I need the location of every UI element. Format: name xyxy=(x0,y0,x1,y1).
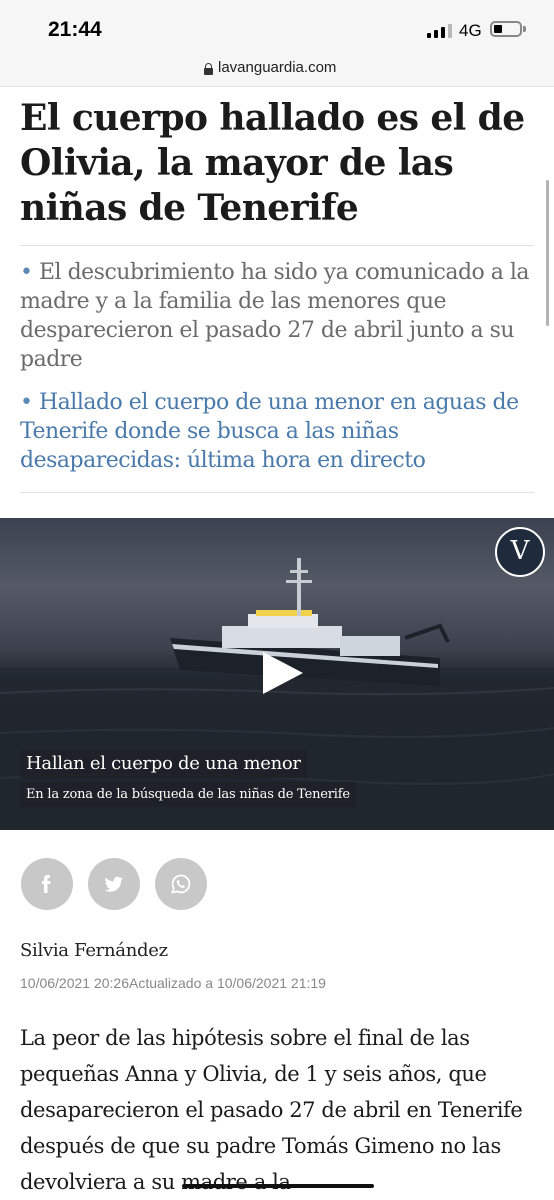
facebook-icon xyxy=(42,875,51,893)
share-twitter-button[interactable] xyxy=(88,858,140,910)
related-link-bullet[interactable]: • Hallado el cuerpo de una menor en agua… xyxy=(20,388,535,475)
article-body: La peor de las hipótesis sobre el final … xyxy=(20,1026,523,1194)
summary-bullet: • El descubrimiento ha sido ya comunicad… xyxy=(20,258,535,374)
summary-text: El descubrimiento ha sido ya comunicado … xyxy=(20,260,530,372)
share-whatsapp-button[interactable] xyxy=(155,858,207,910)
related-article-link[interactable]: Hallado el cuerpo de una menor en aguas … xyxy=(20,390,519,473)
status-bar: 21:44 4G xyxy=(0,0,554,54)
la-vanguardia-logo: V xyxy=(495,527,545,577)
divider xyxy=(20,492,534,493)
address-bar[interactable]: lavanguardia.com xyxy=(0,54,554,87)
published-date: 10/06/2021 20:26 xyxy=(20,975,129,991)
video-caption-subtitle: En la zona de la búsqueda de las niñas d… xyxy=(20,782,356,807)
signal-strength-icon xyxy=(427,24,453,38)
bullet-dot: • xyxy=(20,390,33,415)
whatsapp-icon xyxy=(171,874,191,894)
video-caption-title: Hallan el cuerpo de una menor xyxy=(20,750,307,778)
battery-tip xyxy=(523,26,526,32)
network-type: 4G xyxy=(459,21,482,40)
twitter-icon xyxy=(104,876,123,892)
scrollbar[interactable] xyxy=(546,180,549,326)
annotation-strikethrough xyxy=(182,1184,374,1188)
article-dates: 10/06/2021 20:26Actualizado a 10/06/2021… xyxy=(20,975,326,991)
lock-icon xyxy=(204,63,213,75)
clock: 21:44 xyxy=(48,18,102,41)
updated-date: Actualizado a 10/06/2021 21:19 xyxy=(129,975,326,991)
article-headline: El cuerpo hallado es el de Olivia, la ma… xyxy=(20,97,525,229)
bullet-dot: • xyxy=(20,260,33,285)
play-icon[interactable] xyxy=(259,650,305,696)
divider xyxy=(20,245,534,246)
url-text[interactable]: lavanguardia.com xyxy=(218,59,336,76)
share-facebook-button[interactable] xyxy=(21,858,73,910)
battery-icon xyxy=(490,21,522,37)
author-name[interactable]: Silvia Fernández xyxy=(20,940,168,961)
